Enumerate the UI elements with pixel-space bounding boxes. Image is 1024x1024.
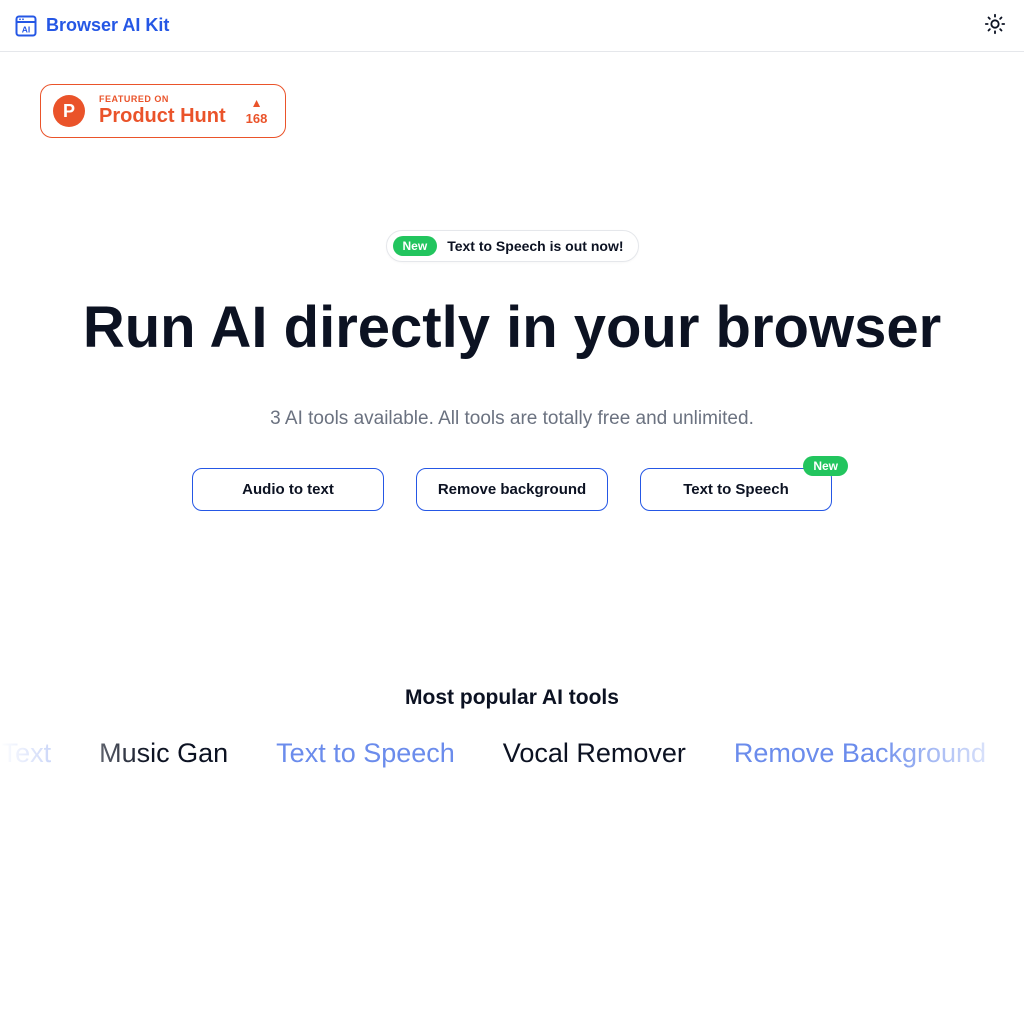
product-hunt-badge[interactable]: P FEATURED ON Product Hunt ▲ 168: [40, 84, 286, 138]
marquee-item-text-to-speech[interactable]: Text to Speech: [276, 738, 455, 769]
marquee-item-vocal-remover[interactable]: Vocal Remover: [503, 738, 686, 769]
remove-background-button[interactable]: Remove background: [416, 468, 608, 511]
ph-votes: ▲ 168: [246, 97, 268, 126]
text-to-speech-button[interactable]: Text to Speech: [640, 468, 832, 511]
hero-subtitle: 3 AI tools available. All tools are tota…: [0, 408, 1024, 430]
marquee-item-music-gan[interactable]: Music Gan: [99, 738, 228, 769]
ph-featured-label: FEATURED ON: [99, 95, 226, 105]
tool-buttons-row: Audio to text Remove background Text to …: [0, 468, 1024, 511]
ph-vote-count: 168: [246, 111, 268, 126]
svg-text:AI: AI: [22, 24, 31, 34]
theme-toggle-button[interactable]: [980, 9, 1010, 42]
hero-title: Run AI directly in your browser: [0, 296, 1024, 360]
popular-marquee: Audio To Text Music Gan Text to Speech V…: [0, 738, 1024, 769]
announcement-pill[interactable]: New Text to Speech is out now!: [386, 230, 639, 262]
brand-link[interactable]: AI Browser AI Kit: [14, 14, 169, 38]
header: AI Browser AI Kit: [0, 0, 1024, 52]
new-badge: New: [393, 236, 438, 256]
ph-name: Product Hunt: [99, 105, 226, 127]
new-badge: New: [803, 456, 848, 476]
popular-heading: Most popular AI tools: [0, 686, 1024, 710]
audio-to-text-button[interactable]: Audio to text: [192, 468, 384, 511]
marquee-item-remove-background[interactable]: Remove Background: [734, 738, 986, 769]
sun-icon: [984, 23, 1006, 38]
product-hunt-icon: P: [53, 95, 85, 127]
announcement-text: Text to Speech is out now!: [447, 238, 623, 254]
brand-name: Browser AI Kit: [46, 15, 169, 36]
app-logo-icon: AI: [14, 14, 38, 38]
upvote-triangle-icon: ▲: [251, 97, 263, 109]
marquee-item-audio-to-text[interactable]: Audio To Text: [0, 738, 51, 769]
